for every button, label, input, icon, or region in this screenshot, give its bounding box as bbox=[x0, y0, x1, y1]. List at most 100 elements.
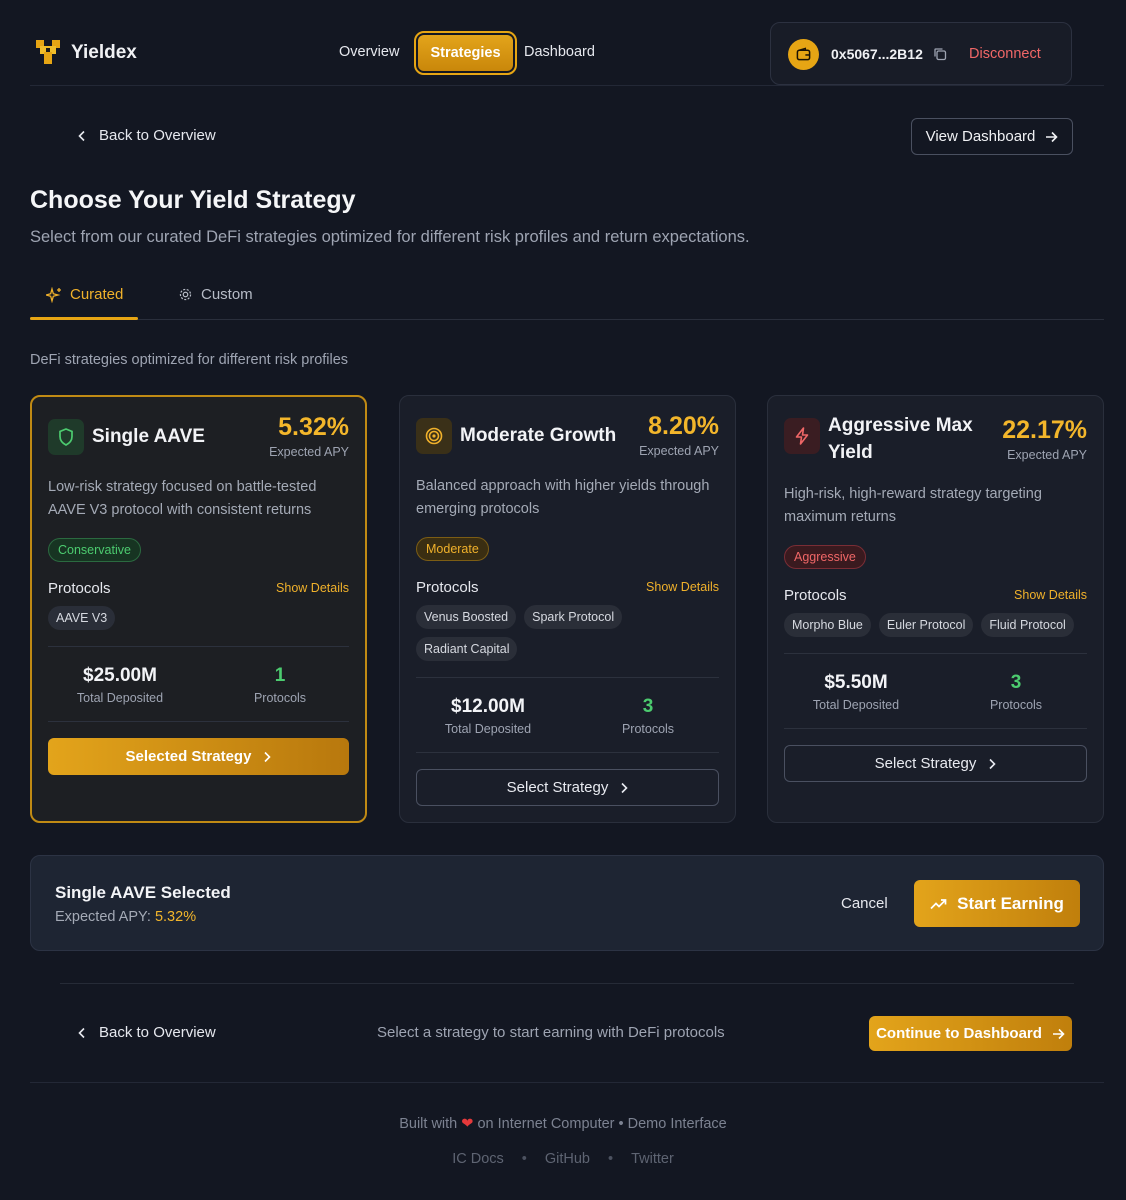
footer-built-prefix: Built with bbox=[399, 1116, 458, 1132]
back-label: Back to Overview bbox=[99, 1024, 216, 1041]
target-icon bbox=[416, 418, 452, 454]
button-label: Select Strategy bbox=[506, 779, 609, 796]
protocol-chip: Radiant Capital bbox=[416, 637, 518, 661]
brand-name: Yieldex bbox=[71, 42, 137, 63]
divider bbox=[48, 721, 349, 722]
risk-badge: Moderate bbox=[416, 537, 489, 561]
strategy-name: Single AAVE bbox=[92, 426, 205, 447]
protocol-chips: AAVE V3 bbox=[48, 606, 353, 630]
show-details-link[interactable]: Show Details bbox=[646, 580, 719, 594]
strategy-card-aggressive-max-yield[interactable]: Aggressive Max Yield 22.17% Expected APY… bbox=[767, 395, 1104, 823]
selected-apy-label: Expected APY: bbox=[55, 909, 151, 925]
disconnect-button[interactable]: Disconnect bbox=[969, 46, 1041, 62]
footer-credit: Built with ❤ on Internet Computer • Demo… bbox=[0, 1116, 1126, 1132]
select-strategy-button[interactable]: Select Strategy bbox=[416, 769, 719, 806]
wallet-icon bbox=[788, 39, 819, 70]
selected-apy: Expected APY: 5.32% bbox=[55, 909, 196, 925]
total-deposited-value: $25.00M bbox=[83, 665, 157, 686]
selection-summary-bar: Single AAVE Selected Expected APY: 5.32%… bbox=[30, 855, 1104, 951]
protocol-count-stat: 3 Protocols bbox=[576, 696, 720, 736]
chevron-right-icon bbox=[621, 782, 628, 793]
tab-active-indicator bbox=[30, 317, 138, 320]
divider bbox=[416, 752, 719, 753]
cancel-button[interactable]: Cancel bbox=[841, 895, 888, 912]
strategy-description: High-risk, high-reward strategy targetin… bbox=[784, 486, 1042, 525]
nav-strategies[interactable]: Strategies bbox=[414, 31, 517, 75]
total-deposited-value: $5.50M bbox=[824, 672, 888, 693]
sparkles-icon bbox=[46, 286, 61, 303]
selected-strategy-button[interactable]: Selected Strategy bbox=[48, 738, 349, 775]
divider bbox=[784, 728, 1087, 729]
separator-dot: • bbox=[521, 1151, 527, 1167]
protocol-chip: AAVE V3 bbox=[48, 606, 116, 630]
protocol-chips: Morpho Blue Euler Protocol Fluid Protoco… bbox=[784, 613, 1091, 637]
divider bbox=[60, 983, 1074, 984]
protocols-heading: Protocols bbox=[784, 587, 847, 604]
apy-label: Expected APY bbox=[1007, 448, 1087, 462]
lightning-icon bbox=[784, 418, 820, 454]
total-deposited-stat: $12.00M Total Deposited bbox=[416, 696, 560, 736]
back-label: Back to Overview bbox=[99, 127, 216, 144]
divider bbox=[416, 677, 719, 678]
button-label: Select Strategy bbox=[874, 755, 977, 772]
apy-label: Expected APY bbox=[639, 444, 719, 458]
footer-links: IC Docs • GitHub • Twitter bbox=[0, 1151, 1126, 1167]
wallet-address: 0x5067...2B12 bbox=[831, 46, 923, 62]
chevron-right-icon bbox=[989, 758, 996, 769]
protocol-count-stat: 3 Protocols bbox=[944, 672, 1088, 712]
show-details-link[interactable]: Show Details bbox=[1014, 588, 1087, 602]
wallet-panel: 0x5067...2B12 Disconnect bbox=[770, 22, 1072, 85]
apy-label: Expected APY bbox=[269, 445, 349, 459]
continue-to-dashboard-button[interactable]: Continue to Dashboard bbox=[869, 1016, 1072, 1051]
footer-link-github[interactable]: GitHub bbox=[545, 1151, 590, 1167]
button-label: Selected Strategy bbox=[125, 748, 252, 765]
total-deposited-stat: $25.00M Total Deposited bbox=[48, 665, 192, 705]
protocol-count-value: 1 bbox=[274, 665, 286, 686]
bottom-hint: Select a strategy to start earning with … bbox=[377, 1024, 725, 1041]
tab-custom[interactable]: Custom bbox=[178, 286, 253, 303]
view-dashboard-button[interactable]: View Dashboard bbox=[911, 118, 1073, 155]
trending-up-icon bbox=[930, 898, 947, 909]
arrow-right-icon bbox=[1052, 1028, 1065, 1039]
back-to-overview-link[interactable]: Back to Overview bbox=[77, 127, 216, 144]
tab-custom-label: Custom bbox=[201, 286, 253, 303]
total-deposited-label: Total Deposited bbox=[812, 698, 900, 712]
chevron-left-icon bbox=[78, 1027, 85, 1038]
nav-dashboard[interactable]: Dashboard bbox=[524, 44, 595, 60]
arrow-right-icon bbox=[1046, 131, 1059, 142]
protocol-chips: Venus Boosted Spark Protocol Radiant Cap… bbox=[416, 605, 723, 661]
section-subtitle: DeFi strategies optimized for different … bbox=[30, 352, 349, 368]
strategy-card-moderate-growth[interactable]: Moderate Growth 8.20% Expected APY Balan… bbox=[399, 395, 736, 823]
strategy-name: Moderate Growth bbox=[460, 425, 617, 446]
heart-icon: ❤ bbox=[461, 1116, 474, 1132]
protocol-chip: Venus Boosted bbox=[416, 605, 517, 629]
chevron-left-icon bbox=[78, 130, 85, 141]
risk-badge: Aggressive bbox=[784, 545, 866, 569]
nav-overview[interactable]: Overview bbox=[339, 44, 399, 60]
protocol-chip: Euler Protocol bbox=[878, 613, 974, 637]
show-details-link[interactable]: Show Details bbox=[276, 581, 349, 595]
yieldex-logo-icon bbox=[36, 40, 60, 64]
divider bbox=[48, 646, 349, 647]
protocol-count-label: Protocols bbox=[621, 722, 675, 736]
footer-link-twitter[interactable]: Twitter bbox=[631, 1151, 674, 1167]
chevron-right-icon bbox=[264, 751, 272, 762]
strategy-card-single-aave[interactable]: Single AAVE 5.32% Expected APY Low-risk … bbox=[30, 395, 367, 823]
footer-link-ic-docs[interactable]: IC Docs bbox=[452, 1151, 504, 1167]
risk-badge: Conservative bbox=[48, 538, 141, 562]
protocol-chip: Morpho Blue bbox=[784, 613, 871, 637]
protocol-count-stat: 1 Protocols bbox=[208, 665, 352, 705]
bottom-back-link[interactable]: Back to Overview bbox=[77, 1024, 216, 1041]
divider bbox=[784, 653, 1087, 654]
protocols-heading: Protocols bbox=[416, 579, 479, 596]
copy-icon[interactable] bbox=[933, 47, 947, 61]
select-strategy-button[interactable]: Select Strategy bbox=[784, 745, 1087, 782]
protocol-chip: Fluid Protocol bbox=[981, 613, 1074, 637]
protocols-heading: Protocols bbox=[48, 580, 111, 597]
start-earning-button[interactable]: Start Earning bbox=[914, 880, 1080, 927]
tab-curated[interactable]: Curated bbox=[46, 286, 123, 303]
strategy-apy: 5.32% bbox=[278, 413, 349, 441]
protocol-chip: Spark Protocol bbox=[524, 605, 623, 629]
footer-divider bbox=[30, 1082, 1104, 1083]
continue-label: Continue to Dashboard bbox=[876, 1025, 1042, 1042]
